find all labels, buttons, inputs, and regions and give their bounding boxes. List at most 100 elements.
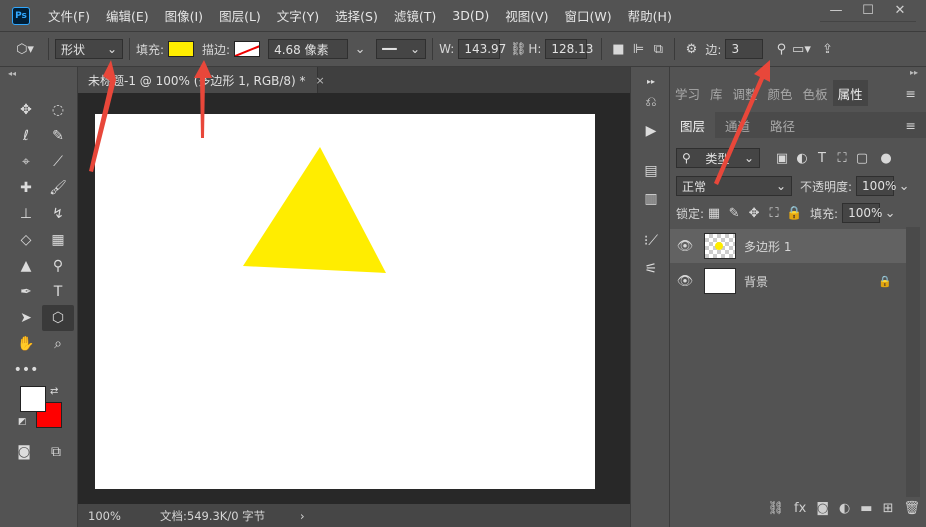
maximize-button[interactable]: ☐ (852, 0, 884, 20)
link-layers-icon[interactable]: ⛓ (768, 501, 785, 521)
stamp-tool-icon[interactable]: ⊥ (10, 201, 42, 227)
panel-menu-icon[interactable]: ≡ (906, 86, 916, 101)
canvas[interactable] (95, 114, 595, 489)
info-panel-icon[interactable]: ▤ (631, 159, 671, 183)
add-mask-icon[interactable]: ◙ (816, 501, 829, 521)
chevron-down-icon[interactable]: ⌄ (350, 42, 370, 57)
path-arrangement-icon[interactable]: ⧉ (648, 42, 668, 57)
layer-row-background[interactable]: 👁 背景 🔒 (670, 264, 906, 298)
fill-input[interactable]: 100% (842, 203, 882, 223)
sides-input[interactable]: 3 (725, 39, 764, 59)
filter-shape-icon[interactable]: ⛶ (832, 151, 852, 166)
trash-icon[interactable]: 🗑 (903, 501, 920, 521)
type-tool-icon[interactable]: T (42, 279, 74, 305)
path-alignment-icon[interactable]: ⊫ (628, 42, 648, 57)
default-colors-icon[interactable]: ◩ (18, 417, 27, 427)
crop-tool-icon[interactable]: ⌖ (10, 149, 42, 175)
history-brush-tool-icon[interactable]: ↯ (42, 201, 74, 227)
layer-style-icon[interactable]: fx (794, 501, 806, 521)
lock-artboard-icon[interactable]: ⛶ (764, 206, 784, 221)
fill-color-swatch[interactable] (168, 41, 195, 57)
link-icon[interactable]: ⛓ (508, 42, 528, 57)
menu-filter[interactable]: 滤镜(T) (394, 6, 436, 25)
menu-file[interactable]: 文件(F) (48, 6, 90, 25)
menu-layer[interactable]: 图层(L) (219, 6, 261, 25)
polygon-tool-icon[interactable]: ⬡ (42, 305, 74, 331)
tab-libraries[interactable]: 库 (705, 80, 728, 106)
panel-menu-icon[interactable]: ≡ (906, 118, 916, 133)
brushes-panel-icon[interactable]: ⁝⟋ (631, 229, 671, 253)
filter-smart-object-icon[interactable]: ▢ (852, 151, 872, 166)
tab-adjustments[interactable]: 调整 (728, 80, 763, 106)
menu-window[interactable]: 窗口(W) (565, 6, 612, 25)
workspace-select-icon[interactable]: ▭▾ (791, 42, 811, 57)
menu-help[interactable]: 帮助(H) (628, 6, 672, 25)
swap-colors-icon[interactable]: ⇄ (50, 386, 58, 397)
filter-adjustment-icon[interactable]: ◐ (792, 151, 812, 166)
hand-tool-icon[interactable]: ✋ (10, 331, 42, 357)
width-input[interactable]: 143.97 (458, 39, 506, 59)
layers-scrollbar[interactable] (906, 227, 920, 497)
menu-select[interactable]: 选择(S) (335, 6, 378, 25)
tab-properties[interactable]: 属性 (832, 80, 868, 106)
pen-tool-icon[interactable]: ✒ (10, 279, 42, 305)
screen-mode-icon[interactable]: ⧉ (44, 441, 68, 463)
collapse-icon[interactable]: ◂◂ (8, 69, 16, 78)
lock-transparent-icon[interactable]: ▦ (704, 206, 724, 221)
lock-position-icon[interactable]: ✥ (744, 206, 764, 221)
new-adjustment-layer-icon[interactable]: ◐ (839, 501, 850, 521)
new-layer-icon[interactable]: ⊞ (883, 501, 894, 521)
dodge-tool-icon[interactable]: ⚲ (42, 253, 74, 279)
minimize-button[interactable]: — (820, 0, 852, 20)
close-tab-icon[interactable]: × (316, 74, 325, 87)
quick-select-tool-icon[interactable]: ✎ (42, 123, 74, 149)
layer-row-polygon[interactable]: 👁 多边形 1 (670, 229, 906, 263)
filter-type-icon[interactable]: T (812, 151, 832, 166)
tab-swatches[interactable]: 色板 (798, 80, 833, 106)
brush-tool-icon[interactable]: 🖌 (42, 175, 74, 201)
menu-image[interactable]: 图像(I) (165, 6, 203, 25)
healing-brush-tool-icon[interactable]: ✚ (10, 175, 42, 201)
eye-icon[interactable]: 👁 (670, 274, 700, 289)
layer-filter-select[interactable]: ⚲ 类型 ⌄ (676, 148, 760, 168)
blur-tool-icon[interactable]: ▲ (10, 253, 42, 279)
path-operations-icon[interactable]: ■ (608, 42, 628, 57)
polygon-tool-preset-icon[interactable]: ⬡▾ (8, 42, 42, 57)
menu-edit[interactable]: 编辑(E) (106, 6, 149, 25)
search-icon[interactable]: ⚲ (771, 42, 791, 57)
quick-mask-icon[interactable]: ◙ (12, 441, 36, 463)
stroke-color-swatch[interactable] (234, 41, 261, 57)
lasso-tool-icon[interactable]: ℓ (10, 123, 42, 149)
tab-layers[interactable]: 图层 (670, 112, 716, 138)
opacity-input[interactable]: 100% (856, 176, 896, 196)
gradient-tool-icon[interactable]: ▦ (42, 227, 74, 253)
filter-toggle-icon[interactable]: ● (876, 151, 896, 166)
share-icon[interactable]: ⇪ (817, 42, 837, 57)
move-tool-icon[interactable]: ✥ (10, 97, 42, 123)
history-panel-icon[interactable]: ⎌ (631, 90, 671, 114)
chevron-down-icon[interactable]: ⌄ (894, 179, 914, 194)
tool-mode-select[interactable]: 形状 ⌄ (55, 39, 123, 59)
zoom-tool-icon[interactable]: ⌕ (42, 331, 74, 357)
status-menu-arrow[interactable]: › (300, 509, 305, 523)
eraser-tool-icon[interactable]: ◇ (10, 227, 42, 253)
more-tools-icon[interactable]: ••• (10, 357, 42, 383)
close-button[interactable]: ✕ (884, 0, 916, 20)
actions-panel-icon[interactable]: ▶ (631, 119, 671, 143)
marquee-tool-icon[interactable]: ◌ (42, 97, 74, 123)
blend-mode-select[interactable]: 正常 ⌄ (676, 176, 792, 196)
menu-view[interactable]: 视图(V) (505, 6, 548, 25)
tab-paths[interactable]: 路径 (760, 112, 805, 138)
collapse-icon[interactable]: ▸▸ (910, 68, 918, 77)
adjustments-panel-icon[interactable]: ⚟ (631, 257, 671, 281)
lock-image-icon[interactable]: ✎ (724, 206, 744, 221)
zoom-level[interactable]: 100% (88, 509, 148, 523)
document-tab[interactable]: 未标题-1 @ 100% (多边形 1, RGB/8) * × (78, 67, 325, 93)
eye-icon[interactable]: 👁 (670, 239, 700, 254)
height-input[interactable]: 128.13 (545, 39, 593, 59)
eyedropper-tool-icon[interactable]: ⟋ (42, 149, 74, 175)
foreground-color-swatch[interactable] (20, 386, 46, 412)
yellow-triangle-shape[interactable] (243, 147, 386, 273)
chevron-down-icon[interactable]: ⌄ (880, 206, 900, 221)
new-group-icon[interactable]: ▬ (860, 501, 872, 521)
